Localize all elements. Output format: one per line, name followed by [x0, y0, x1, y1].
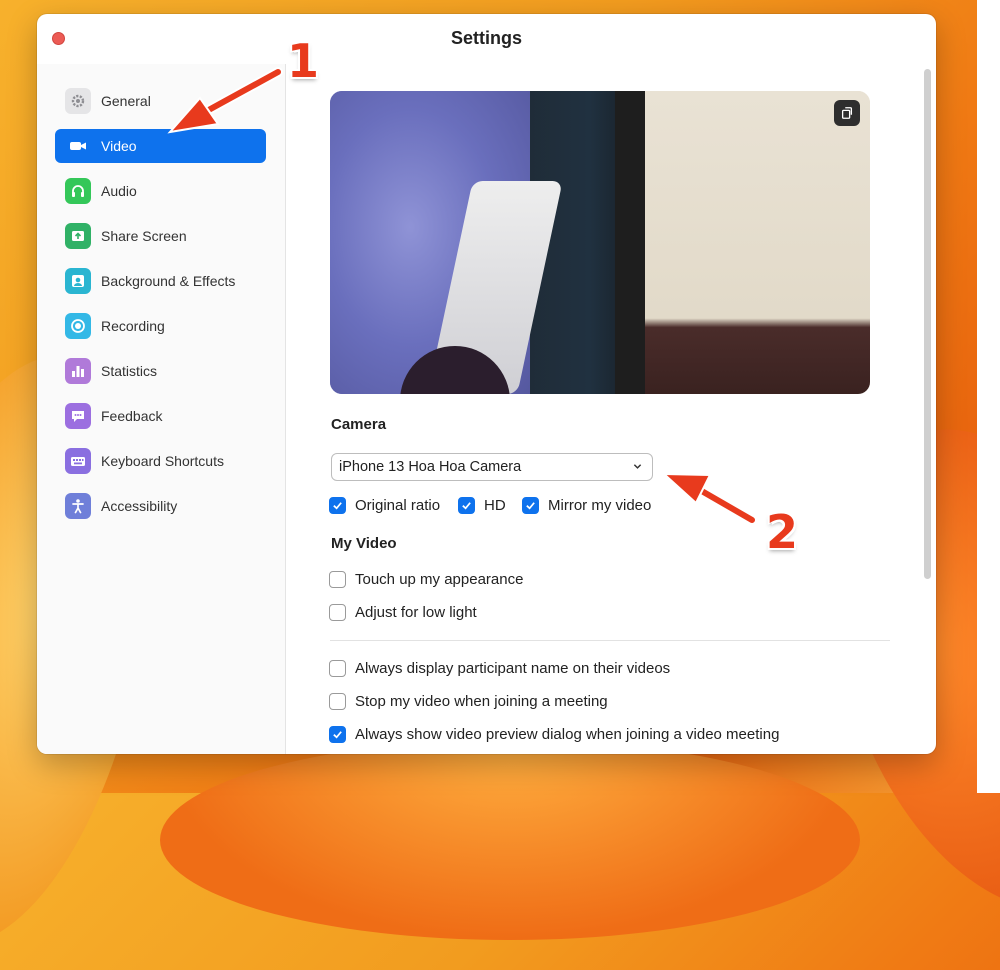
checkbox-checked-icon[interactable]	[329, 726, 346, 743]
checkbox-label: Touch up my appearance	[355, 571, 524, 588]
checkbox-label: Always display participant name on their…	[355, 660, 671, 677]
sidebar-item-keyboard-shortcuts[interactable]: Keyboard Shortcuts	[55, 444, 266, 478]
headphones-icon	[65, 178, 91, 204]
touch-up-checkbox[interactable]: Touch up my appearance	[329, 571, 523, 588]
sidebar-item-accessibility[interactable]: Accessibility	[55, 489, 266, 523]
sidebar-item-label: Share Screen	[101, 228, 187, 244]
preview-scene	[615, 91, 645, 394]
sidebar-item-feedback[interactable]: Feedback	[55, 399, 266, 433]
my-video-section-label: My Video	[331, 535, 397, 552]
sidebar-item-label: Background & Effects	[101, 273, 236, 289]
checkbox-unchecked-icon[interactable]	[329, 604, 346, 621]
camera-select[interactable]: iPhone 13 Hoa Hoa Camera	[331, 453, 653, 481]
window-title: Settings	[450, 28, 522, 48]
sidebar-item-audio[interactable]: Audio	[55, 174, 266, 208]
video-camera-icon	[65, 133, 91, 159]
preview-scene	[640, 91, 870, 394]
checkbox-unchecked-icon[interactable]	[329, 571, 346, 588]
scrollbar-thumb[interactable]	[924, 69, 931, 579]
checkbox-label: Stop my video when joining a meeting	[355, 693, 608, 710]
checkbox-label: HD	[484, 497, 506, 514]
video-preview-dialog-checkbox[interactable]: Always show video preview dialog when jo…	[329, 726, 779, 743]
video-preview	[330, 91, 870, 394]
camera-select-value: iPhone 13 Hoa Hoa Camera	[339, 459, 522, 475]
sidebar-item-label: Keyboard Shortcuts	[101, 453, 224, 469]
low-light-checkbox[interactable]: Adjust for low light	[329, 604, 477, 621]
sidebar-item-label: Video	[101, 138, 137, 154]
sidebar-item-label: General	[101, 93, 151, 109]
rotate-camera-icon[interactable]	[834, 100, 860, 126]
checkbox-checked-icon[interactable]	[522, 497, 539, 514]
share-screen-icon	[65, 223, 91, 249]
settings-sidebar: General Video Audio Share Screen Backgro…	[37, 64, 286, 754]
checkbox-checked-icon[interactable]	[458, 497, 475, 514]
sidebar-item-statistics[interactable]: Statistics	[55, 354, 266, 388]
sidebar-item-background-effects[interactable]: Background & Effects	[55, 264, 266, 298]
title-bar: Settings	[37, 14, 936, 64]
sidebar-item-label: Feedback	[101, 408, 163, 424]
checkbox-label: Original ratio	[355, 497, 441, 514]
mirror-video-checkbox[interactable]: Mirror my video	[522, 497, 651, 514]
checkbox-label: Always show video preview dialog when jo…	[355, 726, 780, 743]
section-divider	[330, 640, 890, 641]
keyboard-icon	[65, 448, 91, 474]
camera-section-label: Camera	[331, 416, 387, 433]
original-ratio-checkbox[interactable]: Original ratio	[329, 497, 440, 514]
gear-icon	[65, 88, 91, 114]
checkbox-label: Adjust for low light	[355, 604, 477, 621]
sidebar-item-label: Recording	[101, 318, 165, 334]
wallpaper-shape	[160, 740, 860, 940]
annotation-step-2: 2	[766, 505, 799, 559]
hd-checkbox[interactable]: HD	[458, 497, 506, 514]
recording-icon	[65, 313, 91, 339]
sidebar-item-video[interactable]: Video	[55, 129, 266, 163]
checkbox-unchecked-icon[interactable]	[329, 660, 346, 677]
sidebar-item-general[interactable]: General	[55, 84, 266, 118]
checkbox-checked-icon[interactable]	[329, 497, 346, 514]
sidebar-item-label: Accessibility	[101, 498, 178, 514]
settings-window: Settings General Video Audio Share Scree…	[37, 14, 936, 754]
screen-edge	[977, 0, 1000, 793]
sidebar-item-label: Audio	[101, 183, 137, 199]
display-participant-name-checkbox[interactable]: Always display participant name on their…	[329, 660, 670, 677]
checkbox-unchecked-icon[interactable]	[329, 693, 346, 710]
checkbox-label: Mirror my video	[548, 497, 652, 514]
sidebar-item-label: Statistics	[101, 363, 158, 379]
chevron-down-icon	[633, 459, 642, 475]
stop-video-checkbox[interactable]: Stop my video when joining a meeting	[329, 693, 608, 710]
feedback-icon	[65, 403, 91, 429]
annotation-step-1: 1	[287, 34, 320, 88]
sidebar-item-share-screen[interactable]: Share Screen	[55, 219, 266, 253]
accessibility-icon	[65, 493, 91, 519]
sidebar-item-recording[interactable]: Recording	[55, 309, 266, 343]
statistics-icon	[65, 358, 91, 384]
background-icon	[65, 268, 91, 294]
